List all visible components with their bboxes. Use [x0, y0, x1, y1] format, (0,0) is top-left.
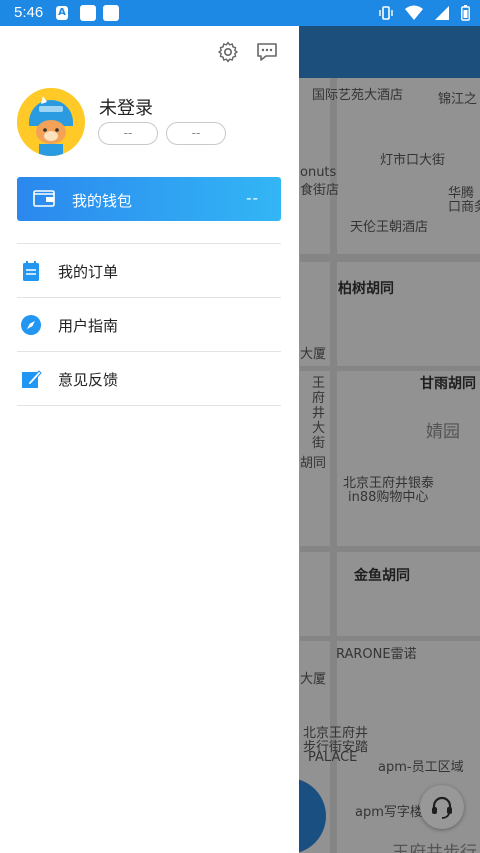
- status-bar: 5:46 A: [0, 0, 480, 26]
- messages-button[interactable]: [254, 39, 280, 65]
- order-icon: [23, 261, 39, 281]
- avatar[interactable]: [17, 88, 85, 156]
- notification-icon: [80, 5, 96, 21]
- menu-item-orders[interactable]: 我的订单: [17, 244, 281, 298]
- notification-icon-2: [103, 5, 119, 21]
- username-label[interactable]: 未登录: [99, 94, 153, 120]
- settings-button[interactable]: [215, 39, 241, 65]
- mascot-avatar-icon: [17, 88, 85, 156]
- wifi-icon: [404, 5, 423, 20]
- wallet-balance: --: [246, 189, 259, 207]
- menu-item-label: 意见反馈: [58, 371, 119, 389]
- menu-item-label: 用户指南: [58, 317, 119, 335]
- message-icon: [257, 43, 277, 61]
- battery-icon: [461, 5, 470, 21]
- status-time: 5:46: [14, 4, 44, 21]
- menu-item-feedback[interactable]: 意见反馈: [17, 352, 281, 406]
- user-stat-pill-1: --: [98, 122, 158, 145]
- signal-icon: [434, 6, 449, 20]
- wallet-icon: [33, 190, 55, 207]
- gear-icon: [218, 41, 238, 63]
- app-notification-icon: A: [56, 6, 68, 20]
- navigation-drawer: 未登录 -- -- 我的钱包 -- 我的订单 用户指南 意见反馈: [0, 26, 299, 853]
- menu-item-user-guide[interactable]: 用户指南: [17, 298, 281, 352]
- wallet-button[interactable]: 我的钱包 --: [17, 177, 281, 221]
- menu-item-label: 我的订单: [58, 263, 119, 281]
- user-stat-pill-2: --: [166, 122, 226, 145]
- drawer-menu: 我的订单 用户指南 意见反馈: [17, 243, 281, 406]
- feedback-icon: [22, 370, 42, 388]
- compass-icon: [21, 315, 41, 335]
- wallet-label: 我的钱包: [72, 192, 133, 210]
- vibrate-icon: [379, 6, 393, 20]
